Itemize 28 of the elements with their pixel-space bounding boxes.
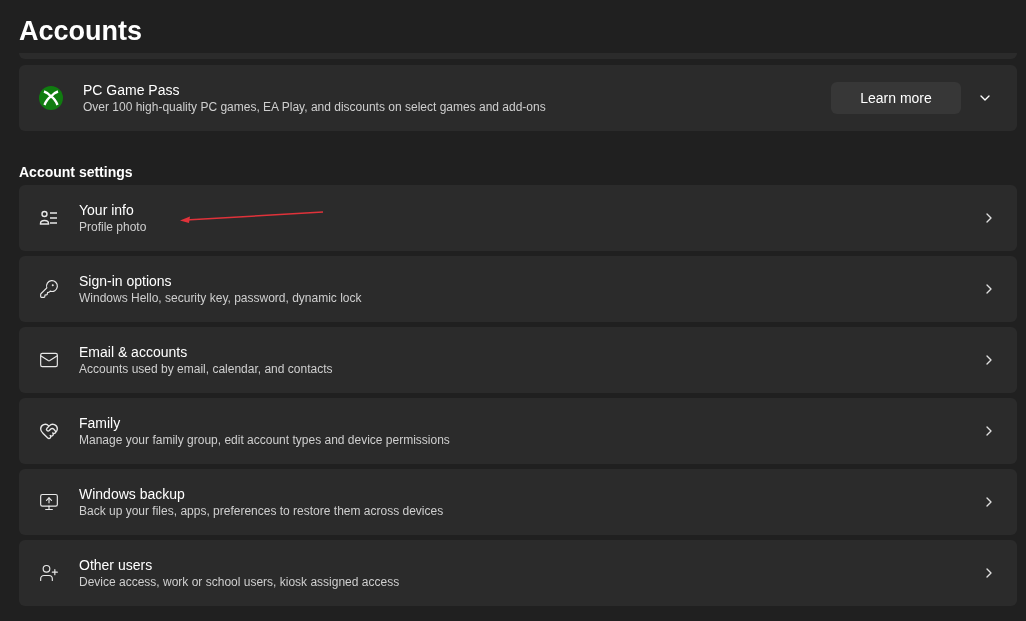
settings-item[interactable]: Other users Device access, work or school users, kiosk assigned access — [19, 540, 1017, 606]
settings-item[interactable]: Your info Profile photo — [19, 185, 1017, 251]
item-description: Back up your files, apps, preferences to restore them across devices — [79, 503, 444, 519]
item-title: Other users — [79, 556, 153, 574]
profile-list-icon — [39, 208, 59, 228]
item-title: Your info — [79, 201, 134, 219]
game-logo-icon — [39, 86, 63, 110]
mail-icon — [39, 350, 59, 370]
section-title: Account settings — [19, 163, 134, 182]
settings-item[interactable]: Windows backup Back up your files, apps, preferences to restore them across devices — [19, 469, 1017, 535]
item-title: Family — [79, 414, 121, 432]
settings-item[interactable]: Sign-in options Windows Hello, security key, password, dynamic lock — [19, 256, 1017, 322]
settings-item[interactable]: Email & accounts Accounts used by email, calendar, and contacts — [19, 327, 1017, 393]
page-title: Accounts — [19, 15, 144, 48]
item-title: Windows backup — [79, 485, 185, 503]
item-title: Email & accounts — [79, 343, 188, 361]
item-title: Sign-in options — [79, 272, 172, 290]
key-icon — [39, 279, 59, 299]
item-description: Accounts used by email, calendar, and contacts — [79, 361, 333, 377]
item-description: Windows Hello, security key, password, dynamic lock — [79, 290, 362, 306]
item-description: Device access, work or school users, kiosk assigned access — [79, 574, 400, 590]
item-description: Profile photo — [79, 219, 147, 235]
learn-more-button[interactable]: Learn more — [831, 82, 961, 114]
settings-item[interactable]: Family Manage your family group, edit account types and device permissions — [19, 398, 1017, 464]
item-description: Manage your family group, edit account types and device permissions — [79, 432, 450, 448]
user-add-icon — [39, 563, 59, 583]
promo-description: Over 100 high-quality PC games, EA Play, and discounts on select games and add-ons — [83, 99, 546, 115]
promo-title: PC Game Pass — [83, 81, 180, 99]
